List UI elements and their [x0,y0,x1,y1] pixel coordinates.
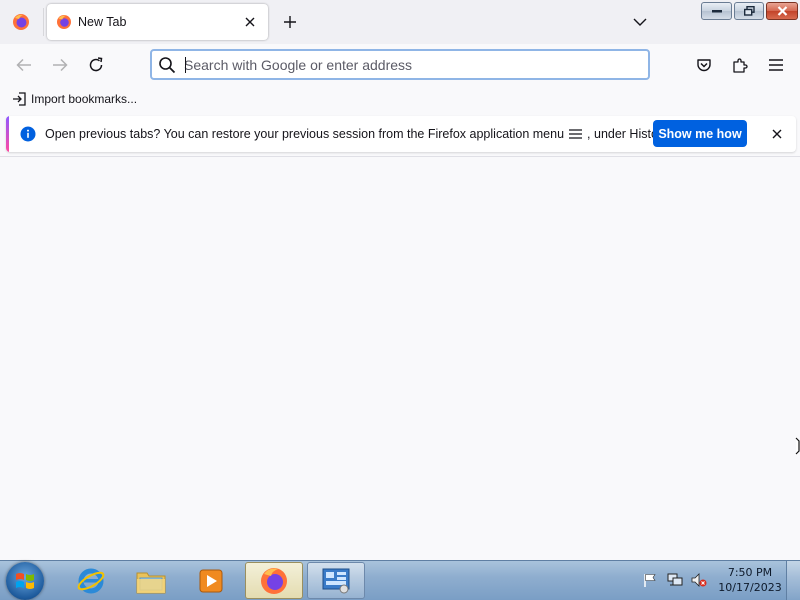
show-desktop-button[interactable] [786,561,800,600]
save-to-pocket-button[interactable] [689,50,719,80]
import-bookmarks-button[interactable]: Import bookmarks... [8,89,141,109]
internet-explorer-icon [77,568,105,593]
reload-button[interactable] [81,50,111,80]
plus-icon [284,16,296,28]
taskbar-internet-explorer[interactable] [62,562,120,599]
show-me-how-button[interactable]: Show me how [653,120,747,147]
close-icon [777,6,787,16]
network-icon[interactable] [667,572,683,588]
session-restore-notification: Open previous tabs? You can restore your… [6,116,796,152]
notification-text-part1: Open previous tabs? You can restore your… [45,127,565,141]
windows-logo-icon [16,573,34,589]
notification-accent-bar [6,116,9,152]
control-panel-icon [322,568,350,593]
restore-icon [743,6,755,16]
reload-icon [89,57,103,72]
taskbar-file-explorer[interactable] [122,562,180,599]
tab-title: New Tab [78,15,127,29]
taskbar-media-player[interactable] [182,562,240,599]
info-icon [20,126,36,142]
bookmarks-toolbar: Import bookmarks... [0,86,800,112]
navigation-toolbar [0,44,800,86]
pocket-icon [697,59,711,72]
puzzle-piece-icon [733,58,748,73]
windows-taskbar: 7:50 PM 10/17/2023 [0,560,800,600]
volume-muted-icon[interactable] [691,572,707,588]
clock-time: 7:50 PM [727,566,773,579]
close-icon [772,129,782,139]
back-button[interactable] [9,50,39,80]
address-bar[interactable] [150,49,650,80]
tab-separator [43,8,44,36]
close-icon [245,17,255,27]
minimize-button[interactable] [701,2,732,20]
file-explorer-icon [136,572,166,593]
firefox-icon [57,15,71,29]
firefox-icon [261,567,287,594]
back-arrow-icon [16,58,31,72]
forward-arrow-icon [53,58,68,72]
firefox-view-button[interactable] [4,6,38,38]
restore-button[interactable] [734,2,764,20]
list-all-tabs-button[interactable] [626,8,654,36]
close-tab-button[interactable] [238,10,262,34]
tab-new-tab[interactable]: New Tab [47,4,268,40]
taskbar-control-panel[interactable] [307,562,365,599]
tab-strip: New Tab [0,0,800,44]
text-caret [185,57,186,73]
start-button[interactable] [6,562,44,600]
hamburger-menu-icon [569,129,583,139]
action-center-flag-icon[interactable] [642,572,658,588]
notification-message: Open previous tabs? You can restore your… [45,127,671,141]
taskbar-firefox[interactable] [245,562,303,599]
search-icon [159,56,176,73]
taskbar-clock[interactable]: 7:50 PM 10/17/2023 [716,565,784,595]
page-content[interactable] [0,156,800,560]
firefox-icon [13,14,29,30]
forward-button[interactable] [45,50,75,80]
import-bookmarks-label: Import bookmarks... [31,92,138,106]
import-icon [13,92,26,106]
url-input[interactable] [184,52,648,77]
resize-cursor-icon [795,437,800,455]
close-window-button[interactable] [766,2,798,20]
extensions-button[interactable] [725,50,755,80]
hamburger-menu-icon [769,59,783,71]
minimize-icon [711,10,722,13]
chevron-down-icon [633,18,647,26]
media-player-icon [199,569,223,592]
clock-date: 10/17/2023 [718,581,782,594]
close-notification-button[interactable] [765,122,789,146]
application-menu-button[interactable] [761,50,791,80]
new-tab-button[interactable] [276,8,304,36]
